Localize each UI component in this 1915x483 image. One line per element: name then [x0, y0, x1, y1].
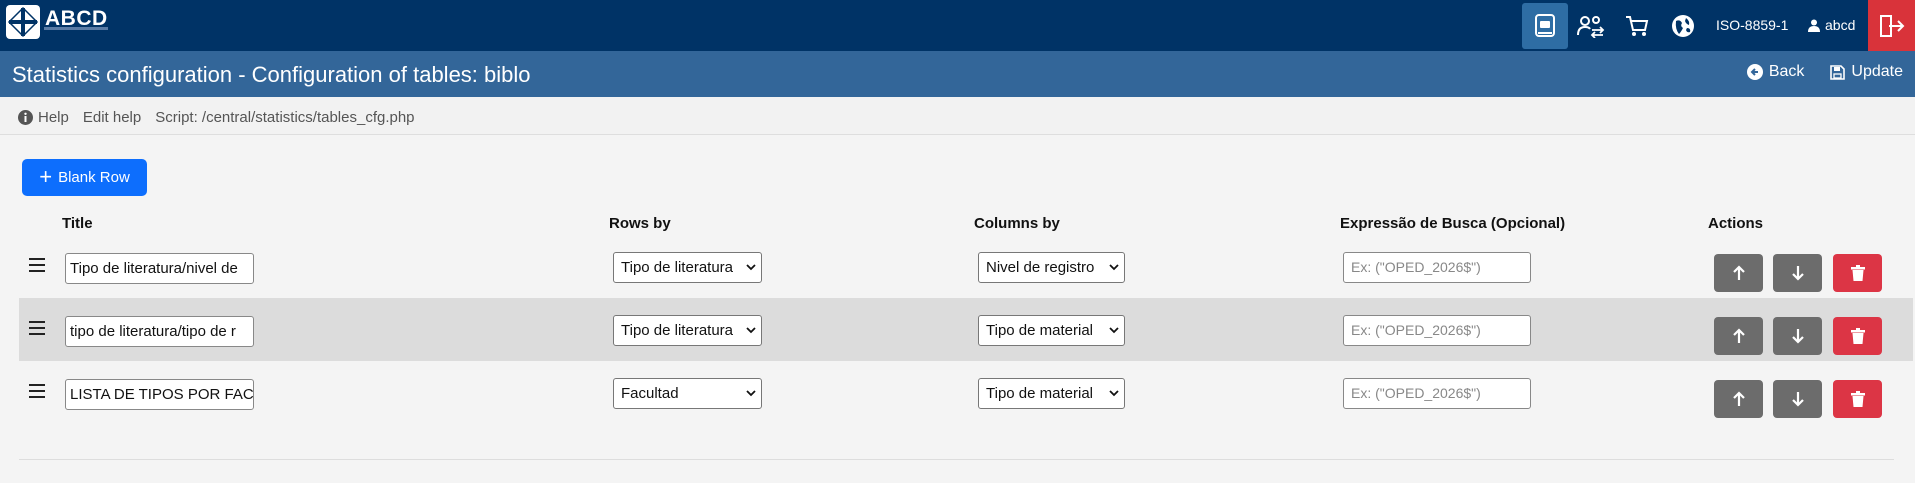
table-row: LISTA DE TIPOS POR FACU Facultad Tipo de…: [19, 361, 1913, 424]
move-down-button[interactable]: [1773, 380, 1822, 418]
save-icon: [1830, 64, 1846, 80]
plus-icon: +: [39, 163, 53, 189]
drag-handle-icon[interactable]: [29, 384, 45, 402]
logout-button[interactable]: [1868, 0, 1915, 51]
script-path: Script: /central/statistics/tables_cfg.p…: [155, 109, 415, 126]
user-menu[interactable]: abcd: [1808, 17, 1855, 33]
logo-mark-icon: [6, 5, 40, 39]
chevron-down-icon: [1109, 327, 1119, 334]
header-title: Title: [62, 215, 93, 232]
expression-input[interactable]: Ex: ("OPED_2026$"): [1343, 315, 1531, 346]
catalog-icon[interactable]: [1522, 2, 1568, 49]
title-input[interactable]: tipo de literatura/tipo de r: [65, 316, 254, 347]
users-exchange-icon[interactable]: [1568, 3, 1614, 49]
title-input[interactable]: LISTA DE TIPOS POR FACU: [65, 379, 254, 410]
update-button[interactable]: Update: [1830, 63, 1903, 81]
trash-icon: [1850, 328, 1865, 344]
delete-button[interactable]: [1833, 317, 1882, 355]
blank-row-button[interactable]: + Blank Row: [22, 159, 147, 196]
move-up-button[interactable]: [1714, 254, 1763, 292]
rows-by-value: Tipo de literatura: [621, 322, 734, 339]
charset-label: ISO-8859-1: [1716, 17, 1789, 33]
delete-button[interactable]: [1833, 380, 1882, 418]
rows-by-select[interactable]: Tipo de literatura: [613, 315, 762, 346]
top-navbar: ABCD ISO-8859-1 abcd: [0, 0, 1915, 51]
chevron-down-icon: [746, 390, 756, 397]
drag-handle-icon[interactable]: [29, 258, 45, 276]
arrow-down-icon: [1791, 392, 1804, 407]
title-input[interactable]: Tipo de literatura/nivel de: [65, 253, 254, 284]
title-actions: Back Update: [1721, 63, 1903, 81]
help-label: Help: [38, 109, 69, 126]
back-arrow-icon: [1746, 64, 1763, 80]
header-actions: Actions: [1708, 215, 1764, 232]
user-icon: [1808, 19, 1820, 32]
help-items: Help Edit help Script: /central/statisti…: [18, 109, 429, 126]
table-row: tipo de literatura/tipo de r Tipo de lit…: [19, 298, 1913, 361]
back-label: Back: [1768, 63, 1805, 80]
arrow-up-icon: [1732, 391, 1745, 406]
header-columns-by: Columns by: [974, 215, 1060, 232]
nav-icon-group: [1522, 0, 1706, 51]
rows-by-select[interactable]: Tipo de literatura: [613, 252, 762, 283]
columns-by-value: Nivel de registro: [986, 259, 1095, 276]
edit-help-link[interactable]: Edit help: [83, 109, 141, 126]
move-up-button[interactable]: [1714, 317, 1763, 355]
columns-by-select[interactable]: Tipo de material: [978, 315, 1125, 346]
move-down-button[interactable]: [1773, 254, 1822, 292]
page-title: Statistics configuration - Configuration…: [12, 62, 531, 87]
chevron-down-icon: [746, 327, 756, 334]
title-bar: Statistics configuration - Configuration…: [0, 51, 1915, 97]
logout-icon: [1879, 14, 1904, 37]
trash-icon: [1850, 265, 1865, 281]
columns-by-select[interactable]: Nivel de registro: [978, 252, 1125, 283]
cart-icon[interactable]: [1614, 3, 1660, 49]
help-bar: Help Edit help Script: /central/statisti…: [0, 97, 1915, 135]
rows-by-value: Tipo de literatura: [621, 259, 734, 276]
chevron-down-icon: [746, 264, 756, 271]
divider: [19, 459, 1894, 460]
header-expression: Expressão de Busca (Opcional): [1340, 215, 1566, 232]
header-rows-by: Rows by: [609, 215, 671, 232]
expression-input[interactable]: Ex: ("OPED_2026$"): [1343, 252, 1531, 283]
arrow-down-icon: [1791, 266, 1804, 281]
logo-tagline: [44, 27, 108, 30]
help-link[interactable]: Help: [18, 109, 83, 126]
columns-by-value: Tipo de material: [986, 322, 1093, 339]
arrow-up-icon: [1732, 328, 1745, 343]
table-row: Tipo de literatura/nivel de Tipo de lite…: [19, 235, 1913, 298]
columns-by-select[interactable]: Tipo de material: [978, 378, 1125, 409]
arrow-up-icon: [1732, 265, 1745, 280]
update-label: Update: [1851, 63, 1903, 80]
rows-by-value: Facultad: [621, 385, 679, 402]
delete-button[interactable]: [1833, 254, 1882, 292]
chevron-down-icon: [1109, 264, 1119, 271]
arrow-down-icon: [1791, 329, 1804, 344]
abcd-logo[interactable]: ABCD: [6, 5, 108, 39]
user-name: abcd: [1825, 17, 1856, 33]
back-button[interactable]: Back: [1746, 63, 1805, 81]
rows-by-select[interactable]: Facultad: [613, 378, 762, 409]
move-up-button[interactable]: [1714, 380, 1763, 418]
globe-icon[interactable]: [1660, 3, 1706, 49]
chevron-down-icon: [1109, 390, 1119, 397]
info-icon: [18, 110, 33, 125]
drag-handle-icon[interactable]: [29, 321, 45, 339]
blank-row-label: Blank Row: [58, 169, 130, 186]
columns-by-value: Tipo de material: [986, 385, 1093, 402]
move-down-button[interactable]: [1773, 317, 1822, 355]
expression-input[interactable]: Ex: ("OPED_2026$"): [1343, 378, 1531, 409]
trash-icon: [1850, 391, 1865, 407]
